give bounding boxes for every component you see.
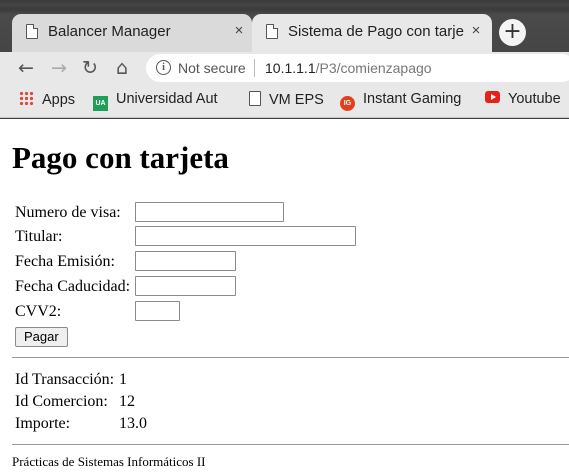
page-title: Pago con tarjeta [12,140,229,175]
document-icon [26,24,38,39]
holder-input[interactable] [135,226,356,246]
youtube-icon [485,91,500,103]
info-icon[interactable]: i [156,60,171,75]
commerce-id-label: Id Comercion: [15,393,108,410]
bookmark-label: Instant Gaming [363,91,462,107]
holder-label: Titular: [15,228,63,245]
cvv2-label: CVV2: [15,303,62,320]
apps-grid-icon [19,91,34,106]
tab-sistema-de-pago[interactable]: Sistema de Pago con tarje × [252,14,492,52]
pay-button[interactable]: Pagar [15,327,68,347]
amount-value: 13.0 [119,415,147,432]
amount-label: Importe: [15,415,71,432]
tab-balancer-manager[interactable]: Balancer Manager × [12,14,252,52]
document-icon [266,24,278,39]
bookmark-youtube[interactable]: Youtube [485,91,561,111]
bookmark-universidad[interactable]: UA Universidad Aut [93,91,230,111]
bookmark-vm-eps[interactable]: VM EPS [249,91,324,111]
footer-text: Prácticas de Sistemas Informáticos II [12,454,206,469]
page-content: Pago con tarjeta Numero de visa: Titular… [0,118,569,473]
home-button[interactable]: ⌂ [110,56,134,80]
url-host: 10.1.1.1 [265,60,316,76]
instant-gaming-icon: IG [340,96,355,111]
cvv2-input[interactable] [135,301,180,321]
forward-button[interactable]: → [47,56,71,80]
back-button[interactable]: ← [14,56,38,80]
address-separator [254,59,255,77]
url-text[interactable]: 10.1.1.1/P3/comienzapago [265,60,432,76]
tab-title: Balancer Manager [48,23,171,40]
bookmark-instant-gaming[interactable]: IG Instant Gaming [340,91,461,111]
browser-toolbar: ← → ↻ ⌂ i Not secure 10.1.1.1/P3/comienz… [0,52,569,84]
bookmarks-bar: Apps UA Universidad Aut VM EPS IG Instant … [0,84,569,118]
divider [12,444,569,445]
issue-date-label: Fecha Emisión: [15,253,115,270]
expiry-date-input[interactable] [135,276,236,296]
expiry-date-label: Fecha Caducidad: [15,278,131,295]
bookmark-apps[interactable]: Apps [19,91,75,111]
visa-number-input[interactable] [135,202,284,222]
address-bar[interactable]: i Not secure 10.1.1.1/P3/comienzapago [146,54,569,82]
tab-title: Sistema de Pago con tarje [288,23,464,40]
document-icon [249,91,261,106]
bookmark-label: Youtube [508,91,561,107]
browser-chrome: Balancer Manager × Sistema de Pago con t… [0,0,569,119]
transaction-id-label: Id Transacción: [15,371,115,388]
commerce-id-value: 12 [119,393,135,410]
transaction-id-value: 1 [119,371,127,388]
tab-strip: Balancer Manager × Sistema de Pago con t… [0,0,569,52]
bookmark-label: VM EPS [269,92,324,108]
issue-date-input[interactable] [135,251,236,271]
bookmark-label: Apps [42,92,76,108]
university-icon: UA [93,96,108,111]
security-label[interactable]: Not secure [178,60,246,76]
bookmark-label: Universidad Aut [116,91,218,107]
reload-button[interactable]: ↻ [78,56,102,80]
tab-close-icon[interactable]: × [230,22,248,39]
tab-close-icon[interactable]: × [467,22,485,39]
divider [12,357,569,358]
url-path: /P3/comienzapago [315,60,432,76]
visa-number-label: Numero de visa: [15,204,121,221]
new-tab-button[interactable]: + [499,19,526,46]
